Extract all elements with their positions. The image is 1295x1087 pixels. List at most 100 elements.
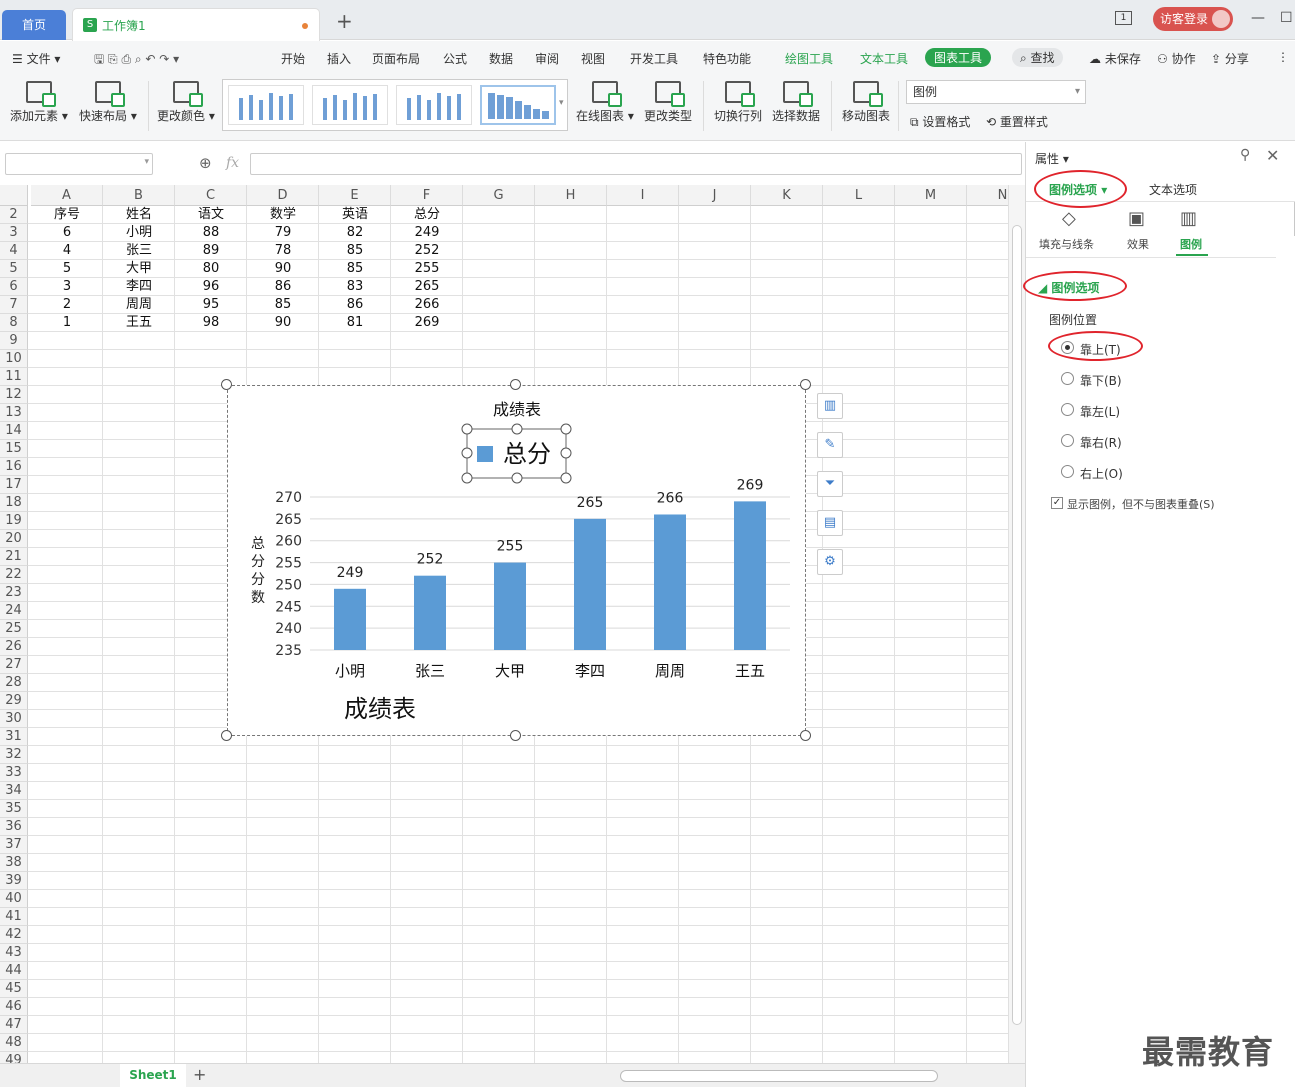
table-cell[interactable]: 85 <box>247 296 319 314</box>
menu-item-features[interactable]: 特色功能 <box>703 50 751 67</box>
column-header-M[interactable]: M <box>895 185 967 206</box>
row-header-44[interactable]: 44 <box>0 962 28 980</box>
resize-handle-t[interactable] <box>510 379 521 390</box>
menu-item-insert[interactable]: 插入 <box>327 50 351 67</box>
chart-filter-icon[interactable]: ⏷ <box>817 471 843 497</box>
quick-layout-button[interactable]: 快速布局 ▾ <box>79 81 137 124</box>
table-cell[interactable]: 255 <box>391 260 463 278</box>
table-cell[interactable]: 90 <box>247 314 319 332</box>
radio-position-right[interactable] <box>1061 434 1074 447</box>
table-cell[interactable]: 85 <box>319 260 391 278</box>
share-button[interactable]: ⇪ 分享 <box>1211 50 1249 67</box>
collaborate-button[interactable]: ⚇ 协作 <box>1157 50 1196 67</box>
table-cell[interactable]: 4 <box>31 242 103 260</box>
column-header-A[interactable]: A <box>31 185 103 206</box>
subtab-legend[interactable]: 图例 <box>1180 236 1202 252</box>
column-header-D[interactable]: D <box>247 185 319 206</box>
select-all-corner[interactable] <box>0 185 28 206</box>
position-topright-label[interactable]: 右上(O) <box>1080 465 1123 482</box>
menu-item-formula[interactable]: 公式 <box>443 50 467 67</box>
menu-item-drawing-tools[interactable]: 绘图工具 <box>785 50 833 67</box>
row-header-24[interactable]: 24 <box>0 602 28 620</box>
table-cell[interactable]: 小明 <box>103 224 175 242</box>
table-cell[interactable]: 王五 <box>103 314 175 332</box>
row-header-32[interactable]: 32 <box>0 746 28 764</box>
tab-text-options[interactable]: 文本选项 <box>1149 181 1197 198</box>
file-menu[interactable]: ☰ 文件 ▾ <box>12 50 60 67</box>
workbook-tab[interactable]: S 工作簿1 <box>72 8 320 41</box>
row-header-45[interactable]: 45 <box>0 980 28 998</box>
home-tab[interactable]: 首页 <box>2 10 66 40</box>
row-header-29[interactable]: 29 <box>0 692 28 710</box>
table-header-cell[interactable]: 数学 <box>247 206 319 224</box>
name-box[interactable]: ▾ <box>5 153 153 175</box>
table-cell[interactable]: 266 <box>391 296 463 314</box>
pin-icon[interactable]: ⚲ <box>1240 147 1250 163</box>
table-cell[interactable]: 90 <box>247 260 319 278</box>
table-cell[interactable]: 李四 <box>103 278 175 296</box>
row-header-46[interactable]: 46 <box>0 998 28 1016</box>
table-header-cell[interactable]: 序号 <box>31 206 103 224</box>
radio-position-topright[interactable] <box>1061 465 1074 478</box>
chart-settings-gear-icon[interactable]: ⚙ <box>817 549 843 575</box>
table-cell[interactable]: 1 <box>31 314 103 332</box>
table-cell[interactable]: 269 <box>391 314 463 332</box>
vertical-scrollbar[interactable] <box>1008 185 1025 1063</box>
row-header-23[interactable]: 23 <box>0 584 28 602</box>
chart-style-1[interactable] <box>228 85 304 125</box>
name-box-dropdown-icon[interactable]: ▾ <box>144 157 149 167</box>
row-header-5[interactable]: 5 <box>0 260 28 278</box>
sheet-tab-sheet1[interactable]: Sheet1 <box>120 1064 186 1087</box>
zoom-icon[interactable]: ⊕ <box>199 154 212 172</box>
table-cell[interactable]: 81 <box>319 314 391 332</box>
row-header-8[interactable]: 8 <box>0 314 28 332</box>
row-header-20[interactable]: 20 <box>0 530 28 548</box>
table-cell[interactable]: 5 <box>31 260 103 278</box>
row-header-16[interactable]: 16 <box>0 458 28 476</box>
table-cell[interactable]: 249 <box>391 224 463 242</box>
table-cell[interactable]: 6 <box>31 224 103 242</box>
search-button[interactable]: ⌕ 查找 <box>1012 48 1063 67</box>
menu-item-start[interactable]: 开始 <box>281 50 305 67</box>
table-cell[interactable]: 80 <box>175 260 247 278</box>
chart-style-gallery[interactable]: ▾ <box>222 79 568 131</box>
menu-item-developer[interactable]: 开发工具 <box>630 50 678 67</box>
row-header-34[interactable]: 34 <box>0 782 28 800</box>
table-cell[interactable]: 88 <box>175 224 247 242</box>
row-header-13[interactable]: 13 <box>0 404 28 422</box>
chart-style-brush-icon[interactable]: ✎ <box>817 432 843 458</box>
chart-style-4[interactable] <box>480 85 556 125</box>
row-header-19[interactable]: 19 <box>0 512 28 530</box>
chart-area[interactable]: 成绩表 总分 270 265 260 255 250 245 240 235 总分分数 249 小明 25… <box>227 385 806 736</box>
add-element-button[interactable]: 添加元素 ▾ <box>10 81 68 124</box>
column-header-L[interactable]: L <box>823 185 895 206</box>
vertical-scroll-thumb[interactable] <box>1012 225 1022 1025</box>
table-cell[interactable]: 95 <box>175 296 247 314</box>
formula-input[interactable] <box>250 153 1022 175</box>
select-data-button[interactable]: 选择数据 <box>772 81 820 124</box>
subtab-effect[interactable]: 效果 <box>1127 236 1149 252</box>
table-cell[interactable]: 大甲 <box>103 260 175 278</box>
row-header-43[interactable]: 43 <box>0 944 28 962</box>
row-header-21[interactable]: 21 <box>0 548 28 566</box>
column-header-H[interactable]: H <box>535 185 607 206</box>
row-header-38[interactable]: 38 <box>0 854 28 872</box>
row-header-48[interactable]: 48 <box>0 1034 28 1052</box>
quick-access-icons[interactable]: 🖫 ⎘ ⎙ ⌕ ↶ ↷ ▾ <box>94 50 179 71</box>
change-type-button[interactable]: 更改类型 <box>644 81 692 124</box>
table-cell[interactable]: 83 <box>319 278 391 296</box>
menu-item-text-tools[interactable]: 文本工具 <box>860 50 908 67</box>
online-chart-button[interactable]: 在线图表 ▾ <box>576 81 634 124</box>
table-cell[interactable]: 86 <box>319 296 391 314</box>
row-header-18[interactable]: 18 <box>0 494 28 512</box>
position-bottom-label[interactable]: 靠下(B) <box>1080 372 1122 389</box>
row-header-10[interactable]: 10 <box>0 350 28 368</box>
new-tab-button[interactable]: + <box>336 9 353 33</box>
chart-style-2[interactable] <box>312 85 388 125</box>
row-header-2[interactable]: 2 <box>0 206 28 224</box>
resize-handle-br[interactable] <box>800 730 811 741</box>
guest-login-button[interactable]: 访客登录 <box>1153 7 1233 31</box>
column-header-I[interactable]: I <box>607 185 679 206</box>
position-right-label[interactable]: 靠右(R) <box>1080 434 1122 451</box>
chart-online-icon[interactable]: ▤ <box>817 510 843 536</box>
